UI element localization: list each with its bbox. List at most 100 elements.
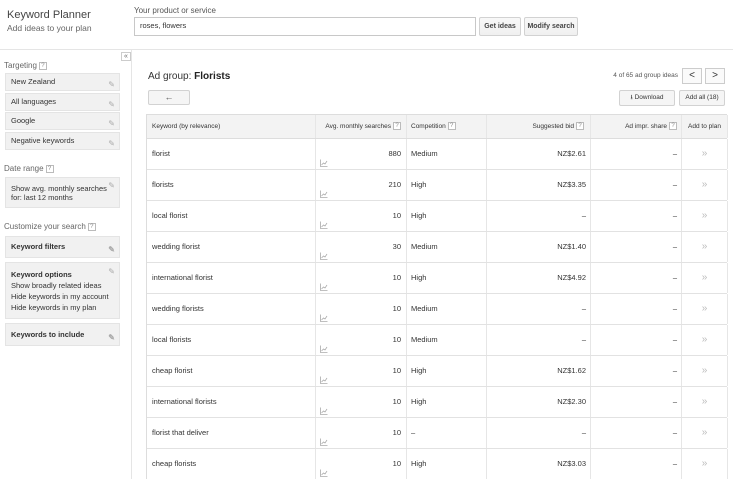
add-to-plan-cell[interactable]: » <box>682 356 728 386</box>
add-to-plan-icon[interactable]: » <box>702 148 708 159</box>
get-ideas-button[interactable]: Get ideas <box>479 17 521 36</box>
targeting-network[interactable]: Google ✎ <box>5 112 120 130</box>
trend-chart-icon[interactable] <box>320 367 328 384</box>
targeting-negative-keywords[interactable]: Negative keywords ✎ <box>5 132 120 150</box>
competition-cell: – <box>407 418 487 448</box>
trend-chart-icon[interactable] <box>320 212 328 229</box>
avg-searches-value: 10 <box>392 211 401 220</box>
header-impr-share[interactable]: Ad impr. share? <box>591 115 682 138</box>
keyword-options[interactable]: Keyword options Show broadly related ide… <box>5 262 120 319</box>
pencil-icon[interactable]: ✎ <box>108 181 115 190</box>
add-to-plan-cell[interactable]: » <box>682 232 728 262</box>
pencil-icon[interactable]: ✎ <box>108 240 115 260</box>
trend-chart-icon[interactable] <box>320 150 328 167</box>
previous-page-button[interactable]: < <box>682 68 702 84</box>
back-button[interactable]: ← <box>148 90 190 105</box>
add-to-plan-icon[interactable]: » <box>702 210 708 221</box>
product-label: Your product or service <box>134 6 216 15</box>
pencil-icon[interactable]: ✎ <box>108 266 115 277</box>
add-to-plan-icon[interactable]: » <box>702 365 708 376</box>
avg-searches-cell: 880 <box>316 139 407 169</box>
header-competition[interactable]: Competition? <box>407 115 487 138</box>
trend-chart-icon[interactable] <box>320 305 328 322</box>
trend-chart-icon[interactable] <box>320 243 328 260</box>
trend-chart-icon[interactable] <box>320 274 328 291</box>
impr-share-cell: – <box>591 170 682 200</box>
help-icon[interactable]: ? <box>45 164 54 173</box>
keyword-filters[interactable]: Keyword filters ✎ <box>5 236 120 258</box>
header-keyword[interactable]: Keyword (by relevance) <box>147 115 316 138</box>
impr-share-cell: – <box>591 325 682 355</box>
avg-searches-cell: 10 <box>316 418 407 448</box>
add-to-plan-icon[interactable]: » <box>702 427 708 438</box>
add-to-plan-icon[interactable]: » <box>702 396 708 407</box>
table-row: local florists 10 Medium – –» <box>147 325 728 356</box>
trend-chart-icon[interactable] <box>320 429 328 446</box>
download-button[interactable]: ⭳ Download <box>619 90 675 106</box>
table-row: wedding florists 10 Medium – –» <box>147 294 728 325</box>
add-to-plan-icon[interactable]: » <box>702 303 708 314</box>
competition-cell: High <box>407 201 487 231</box>
date-range-line2: for: last 12 months <box>11 193 73 202</box>
avg-searches-value: 10 <box>392 428 401 437</box>
pencil-icon[interactable]: ✎ <box>108 136 115 152</box>
competition-cell: High <box>407 387 487 417</box>
add-to-plan-icon[interactable]: » <box>702 241 708 252</box>
product-input[interactable]: roses, flowers <box>134 17 476 36</box>
add-to-plan-icon[interactable]: » <box>702 458 708 469</box>
add-to-plan-cell[interactable]: » <box>682 139 728 169</box>
collapse-sidebar-icon[interactable]: « <box>121 52 131 61</box>
keyword-option-item: Show broadly related ideas <box>11 281 102 290</box>
trend-chart-icon[interactable] <box>320 460 328 477</box>
targeting-location[interactable]: New Zealand ✎ <box>5 73 120 91</box>
impr-share-cell: – <box>591 356 682 386</box>
competition-cell: High <box>407 356 487 386</box>
next-page-button[interactable]: > <box>705 68 725 84</box>
help-icon[interactable]: ? <box>669 122 677 131</box>
add-to-plan-cell[interactable]: » <box>682 201 728 231</box>
modify-search-button[interactable]: Modify search <box>524 17 578 36</box>
add-to-plan-cell[interactable]: » <box>682 263 728 293</box>
table-row: cheap florist 10 High NZ$1.62– » <box>147 356 728 387</box>
trend-chart-icon[interactable] <box>320 336 328 353</box>
date-range-item[interactable]: Show avg. monthly searches for: last 12 … <box>5 177 120 208</box>
pencil-icon[interactable]: ✎ <box>108 116 115 132</box>
help-icon[interactable]: ? <box>38 61 47 70</box>
pencil-icon[interactable]: ✎ <box>108 77 115 93</box>
pencil-icon[interactable]: ✎ <box>108 327 115 348</box>
add-to-plan-cell[interactable]: » <box>682 418 728 448</box>
suggested-bid-cell: NZ$1.40 <box>487 232 591 262</box>
add-to-plan-cell[interactable]: » <box>682 325 728 355</box>
add-to-plan-icon[interactable]: » <box>702 272 708 283</box>
add-to-plan-cell[interactable]: » <box>682 387 728 417</box>
add-to-plan-cell[interactable]: » <box>682 294 728 324</box>
pencil-icon[interactable]: ✎ <box>108 97 115 113</box>
competition-cell: Medium <box>407 294 487 324</box>
table-row: international florists 10 High NZ$2.30– » <box>147 387 728 418</box>
targeting-location-label: New Zealand <box>11 77 56 86</box>
targeting-language[interactable]: All languages ✎ <box>5 93 120 111</box>
keyword-filters-label: Keyword filters <box>11 242 66 251</box>
avg-searches-value: 10 <box>392 273 401 282</box>
add-to-plan-cell[interactable]: » <box>682 170 728 200</box>
add-to-plan-icon[interactable]: » <box>702 179 708 190</box>
avg-searches-value: 10 <box>392 366 401 375</box>
help-icon[interactable]: ? <box>576 122 584 131</box>
add-to-plan-icon[interactable]: » <box>702 334 708 345</box>
competition-cell: High <box>407 263 487 293</box>
avg-searches-value: 880 <box>388 149 401 158</box>
trend-chart-icon[interactable] <box>320 398 328 415</box>
header-suggested-bid[interactable]: Suggested bid? <box>487 115 591 138</box>
trend-chart-icon[interactable] <box>320 181 328 198</box>
avg-searches-cell: 10 <box>316 201 407 231</box>
add-all-button[interactable]: Add all (18) <box>679 90 725 106</box>
help-icon[interactable]: ? <box>447 122 456 131</box>
help-icon[interactable]: ? <box>393 122 401 131</box>
keywords-to-include[interactable]: Keywords to include ✎ <box>5 323 120 346</box>
help-icon[interactable]: ? <box>87 222 96 231</box>
table-row: florist that deliver 10– – –» <box>147 418 728 449</box>
customize-label-text: Customize your search <box>4 222 86 231</box>
suggested-bid-cell: NZ$4.92 <box>487 263 591 293</box>
add-to-plan-cell[interactable]: » <box>682 449 728 479</box>
header-avg-searches[interactable]: Avg. monthly searches? <box>316 115 407 138</box>
